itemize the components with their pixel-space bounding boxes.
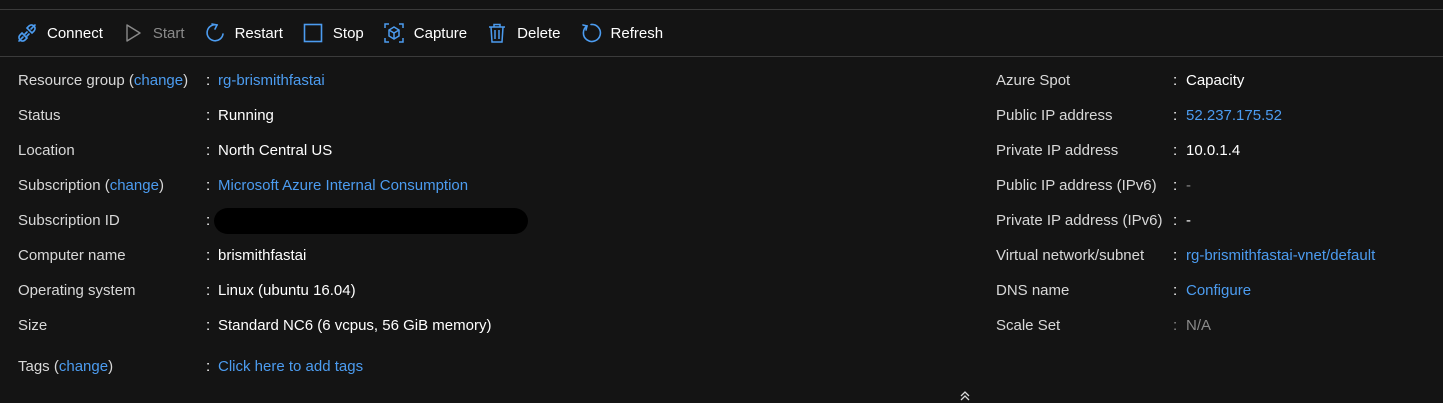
add-tags-link[interactable]: Click here to add tags	[218, 357, 363, 377]
private-ip-label: Private IP address	[996, 142, 1119, 159]
resource-group-label: Resource group (	[18, 72, 134, 89]
separator: :	[206, 72, 211, 89]
separator: :	[1173, 177, 1178, 194]
public-ipv6-value: -	[1186, 177, 1191, 194]
size-value: Standard NC6 (6 vcpus, 56 GiB memory)	[218, 317, 492, 334]
delete-label: Delete	[517, 24, 561, 42]
capture-label: Capture	[413, 24, 468, 42]
dns-configure-link[interactable]: Configure	[1186, 281, 1251, 301]
start-button[interactable]: Start	[122, 22, 185, 44]
delete-button[interactable]: Delete	[486, 22, 561, 44]
refresh-button[interactable]: Refresh	[580, 22, 664, 44]
computer-name-value: brismithfastai	[218, 247, 307, 264]
collapse-chevron-icon[interactable]	[958, 389, 972, 403]
separator: :	[206, 177, 211, 194]
stop-icon	[303, 23, 323, 43]
azure-spot-label: Azure Spot	[996, 72, 1071, 89]
separator: :	[1173, 282, 1178, 299]
separator: :	[206, 107, 211, 124]
separator: :	[1173, 247, 1178, 264]
resource-group-change-link[interactable]: change	[134, 72, 183, 89]
separator: :	[206, 247, 211, 264]
subscription-link[interactable]: Microsoft Azure Internal Consumption	[218, 176, 468, 196]
tags-change-link[interactable]: change	[59, 358, 108, 375]
tags-label: Tags (	[18, 358, 59, 375]
separator: :	[1173, 107, 1178, 124]
subscription-id-label: Subscription ID	[18, 212, 120, 229]
subscription-row: Subscription (change)	[18, 176, 164, 196]
os-label: Operating system	[18, 282, 136, 299]
status-label: Status	[18, 107, 61, 124]
restart-label: Restart	[234, 24, 283, 42]
size-label: Size	[18, 317, 48, 334]
resource-group-label-close: )	[183, 72, 189, 89]
stop-label: Stop	[332, 24, 364, 42]
separator: :	[1173, 142, 1178, 159]
separator: :	[206, 358, 211, 375]
separator: :	[1173, 212, 1178, 229]
resource-group-link[interactable]: rg-brismithfastai	[218, 71, 325, 91]
azure-spot-value: Capacity	[1186, 72, 1245, 89]
subscription-label-close: )	[158, 177, 164, 194]
start-label: Start	[152, 24, 185, 42]
play-icon	[126, 24, 141, 42]
restart-icon	[205, 23, 224, 42]
computer-name-label: Computer name	[18, 247, 126, 264]
stop-button[interactable]: Stop	[302, 22, 364, 44]
subscription-label: Subscription (	[18, 177, 110, 194]
redaction-mark	[214, 208, 528, 234]
separator: :	[206, 282, 211, 299]
tags-row: Tags (change)	[18, 357, 113, 377]
os-value: Linux (ubuntu 16.04)	[218, 282, 356, 299]
capture-icon	[384, 23, 404, 43]
location-label: Location	[18, 142, 75, 159]
dns-label: DNS name	[996, 282, 1070, 299]
private-ipv6-label: Private IP address (IPv6)	[996, 212, 1163, 229]
public-ip-label: Public IP address	[996, 107, 1113, 124]
separator: :	[1173, 317, 1178, 334]
separator: :	[206, 317, 211, 334]
subscription-change-link[interactable]: change	[110, 177, 159, 194]
command-bar: Connect Start Restart Stop Capture Delet…	[0, 10, 1443, 56]
location-value: North Central US	[218, 142, 333, 159]
tags-label-close: )	[108, 358, 114, 375]
trash-icon	[489, 23, 506, 43]
public-ip-link[interactable]: 52.237.175.52	[1186, 106, 1282, 126]
resource-group-row: Resource group (change)	[18, 71, 188, 91]
capture-button[interactable]: Capture	[383, 22, 467, 44]
vnet-label: Virtual network/subnet	[996, 247, 1145, 264]
separator: :	[1173, 72, 1178, 89]
connect-button[interactable]: Connect	[16, 22, 103, 44]
refresh-label: Refresh	[610, 24, 664, 42]
toolbar-divider	[0, 56, 1443, 57]
scale-set-label: Scale Set	[996, 317, 1061, 334]
refresh-icon	[581, 23, 601, 43]
status-value: Running	[218, 107, 274, 124]
private-ipv6-value: -	[1186, 212, 1191, 229]
public-ipv6-label: Public IP address (IPv6)	[996, 177, 1157, 194]
scale-set-value: N/A	[1186, 317, 1212, 334]
connect-label: Connect	[47, 24, 103, 42]
separator: :	[206, 142, 211, 159]
separator: :	[206, 212, 211, 229]
vnet-link[interactable]: rg-brismithfastai-vnet/default	[1186, 246, 1375, 266]
plug-icon	[18, 24, 36, 42]
restart-button[interactable]: Restart	[204, 22, 283, 44]
private-ip-value: 10.0.1.4	[1186, 142, 1241, 159]
